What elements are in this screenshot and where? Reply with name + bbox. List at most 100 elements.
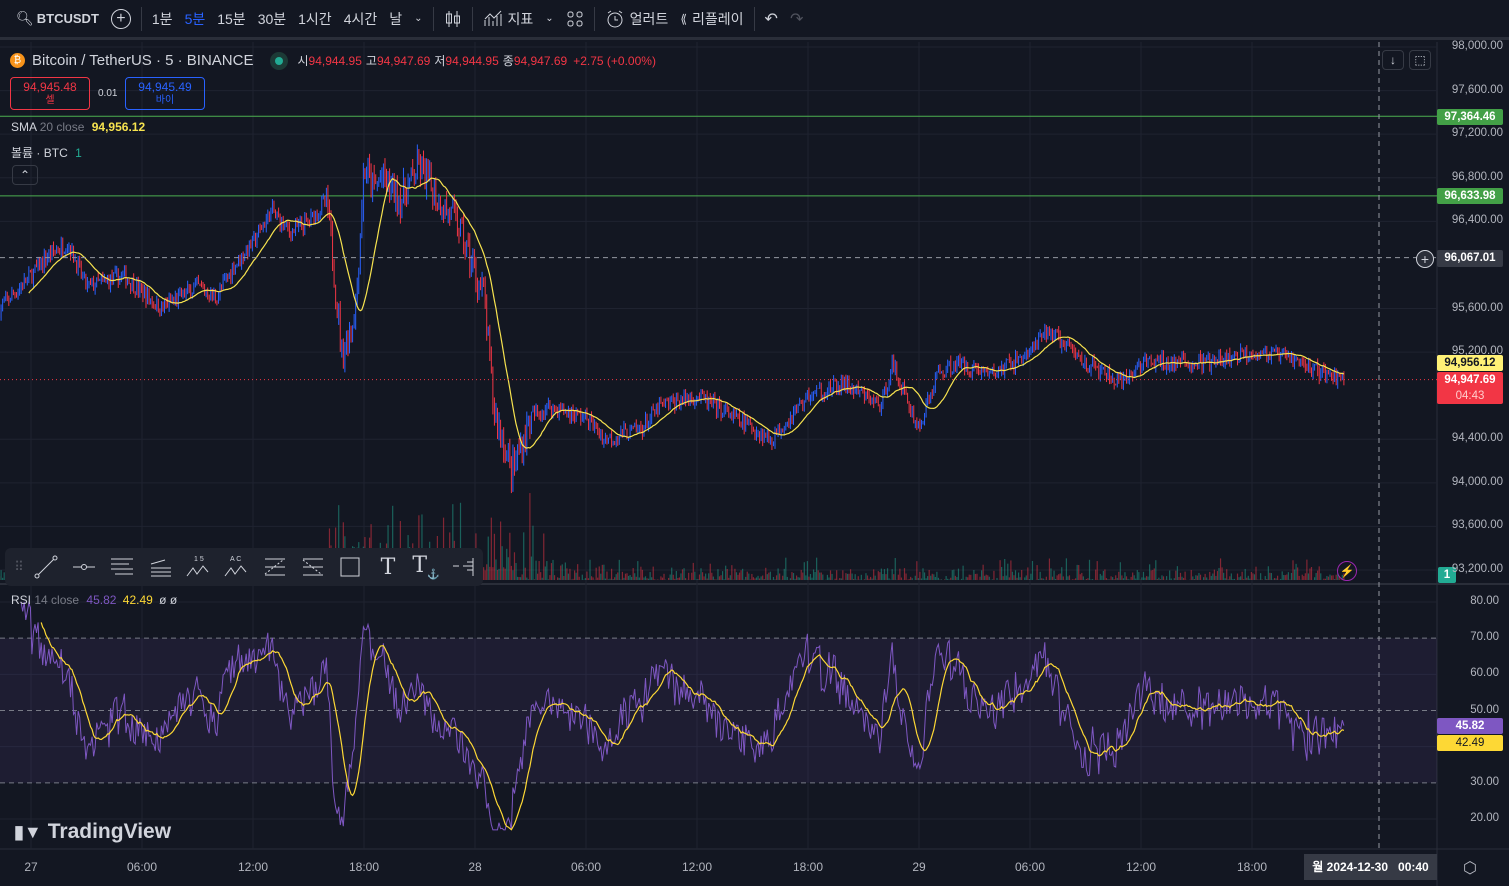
interval-5m[interactable]: 5분 (179, 0, 212, 37)
drag-handle-icon[interactable]: ⠿ (11, 548, 27, 586)
price-chart[interactable] (0, 42, 1509, 886)
volume-bar (504, 568, 506, 580)
abc-pattern-tool[interactable]: A C (217, 548, 255, 586)
volume-bar (987, 575, 989, 580)
rectangle-tool[interactable] (331, 548, 369, 586)
tv-logo-icon: ▮▼ (14, 821, 42, 842)
interval-4h[interactable]: 4시간 (338, 0, 384, 37)
fib-retracement-tool[interactable] (255, 548, 293, 586)
fullscreen-button[interactable]: ⬚ (1409, 50, 1431, 70)
anchored-text-tool[interactable]: T⚓ (407, 548, 445, 586)
collapse-legend-button[interactable]: ⌃ (12, 165, 38, 185)
volume-bar (953, 569, 955, 580)
volume-bar (939, 579, 941, 580)
volume-bar (871, 578, 873, 580)
symbol-search[interactable]: 🔍︎ BTCUSDT (10, 0, 105, 37)
volume-bar (1149, 564, 1151, 580)
volume-bar (1156, 579, 1158, 580)
volume-bar (1301, 574, 1303, 580)
sell-button[interactable]: 94,945.48 셀 (10, 77, 90, 110)
volume-bar (1073, 579, 1075, 580)
interval-15m[interactable]: 15분 (211, 0, 251, 37)
lightning-icon[interactable]: ⚡ (1337, 561, 1357, 581)
volume-bar (535, 560, 537, 580)
time-tick-label: 18:00 (792, 860, 824, 874)
volume-bar (1213, 569, 1215, 580)
rsi-tick-label: 80.00 (1470, 595, 1499, 607)
parallel-channel-tool[interactable] (103, 548, 141, 586)
redo-button[interactable]: ↷ (784, 0, 809, 37)
wave-15-icon: 1 5 (186, 556, 209, 577)
elliott-wave-15-tool[interactable]: 1 5 (179, 548, 217, 586)
volume-bar (518, 577, 520, 580)
interval-1m[interactable]: 1분 (146, 0, 179, 37)
volume-bar (483, 567, 485, 580)
indicators-button[interactable]: 지표 (477, 0, 540, 37)
volume-bar (1076, 564, 1078, 580)
undo-button[interactable]: ↶ (759, 0, 784, 37)
volume-bar (1272, 579, 1274, 580)
indicators-dropdown[interactable]: ⌄ (539, 0, 559, 37)
volume-bar (1275, 578, 1277, 580)
volume-bar (834, 578, 836, 580)
symbol-legend: ₿ Bitcoin / TetherUS · 5 · BINANCE 시 94,9… (10, 52, 656, 69)
volume-bar (922, 568, 924, 580)
volume-bar (553, 575, 556, 580)
volume-bar (501, 546, 503, 580)
settings-icon[interactable]: ⬡ (1463, 858, 1477, 878)
alert-button[interactable]: 얼러트 (599, 0, 675, 37)
volume-bar (1150, 570, 1152, 580)
chart-type-button[interactable] (438, 0, 468, 37)
volume-bar (506, 548, 508, 580)
volume-bar (661, 577, 664, 580)
volume-bar (822, 574, 824, 580)
rsi-legend[interactable]: RSI 14 close 45.82 42.49 ø ø (11, 593, 177, 607)
interval-1h[interactable]: 1시간 (292, 0, 338, 37)
interval-day[interactable]: 날 (383, 0, 408, 37)
volume-bar (626, 573, 628, 580)
volume-bar (1115, 575, 1117, 580)
volume-legend[interactable]: 볼륨 · BTC 1 (11, 144, 82, 161)
volume-bar (1013, 575, 1015, 580)
volume-bar (618, 559, 620, 580)
volume-bar (1058, 574, 1060, 580)
add-alert-icon[interactable]: + (1416, 250, 1434, 268)
compare-button[interactable]: + (105, 0, 137, 37)
volume-bar (1286, 574, 1288, 580)
volume-bar (1025, 575, 1027, 580)
pitchfork-tool[interactable] (141, 548, 179, 586)
volume-bar (1016, 577, 1018, 580)
buy-button[interactable]: 94,945.49 바이 (125, 77, 205, 110)
volume-bar (1145, 576, 1148, 580)
layouts-button[interactable] (560, 0, 590, 37)
rsi-tick-label: 60.00 (1470, 667, 1499, 680)
sma-legend[interactable]: SMA 20 close 94,956.12 (11, 120, 145, 134)
parallel-lines-icon (111, 558, 133, 575)
volume-bar (1283, 574, 1285, 580)
volume-bar (1162, 576, 1165, 580)
volume-bar (547, 579, 549, 580)
volume-bar (805, 575, 807, 580)
volume-bar (779, 573, 781, 580)
volume-bar (1298, 575, 1300, 580)
volume-bar (819, 572, 821, 580)
horizontal-ray-tool[interactable] (65, 548, 103, 586)
volume-bar (937, 577, 940, 580)
volume-bar (1306, 559, 1308, 580)
volume-bar (734, 568, 736, 580)
interval-dropdown[interactable]: ⌄ (408, 0, 428, 37)
volume-bar (1212, 573, 1214, 580)
volume-bar (680, 573, 682, 580)
volume-bar (866, 575, 869, 580)
fib-extension-tool[interactable] (293, 548, 331, 586)
volume-profile-tool[interactable] (445, 548, 483, 586)
trend-line-tool[interactable] (27, 548, 65, 586)
volume-bar (1027, 567, 1029, 580)
volume-bar (1281, 571, 1283, 580)
replay-button[interactable]: ⟪ 리플레이 (674, 0, 749, 37)
interval-30m[interactable]: 30분 (252, 0, 292, 37)
volume-bar (869, 576, 872, 580)
scroll-to-latest-button[interactable]: ↓ (1382, 50, 1404, 70)
volume-bar (1179, 572, 1182, 580)
text-tool[interactable]: T (369, 548, 407, 586)
